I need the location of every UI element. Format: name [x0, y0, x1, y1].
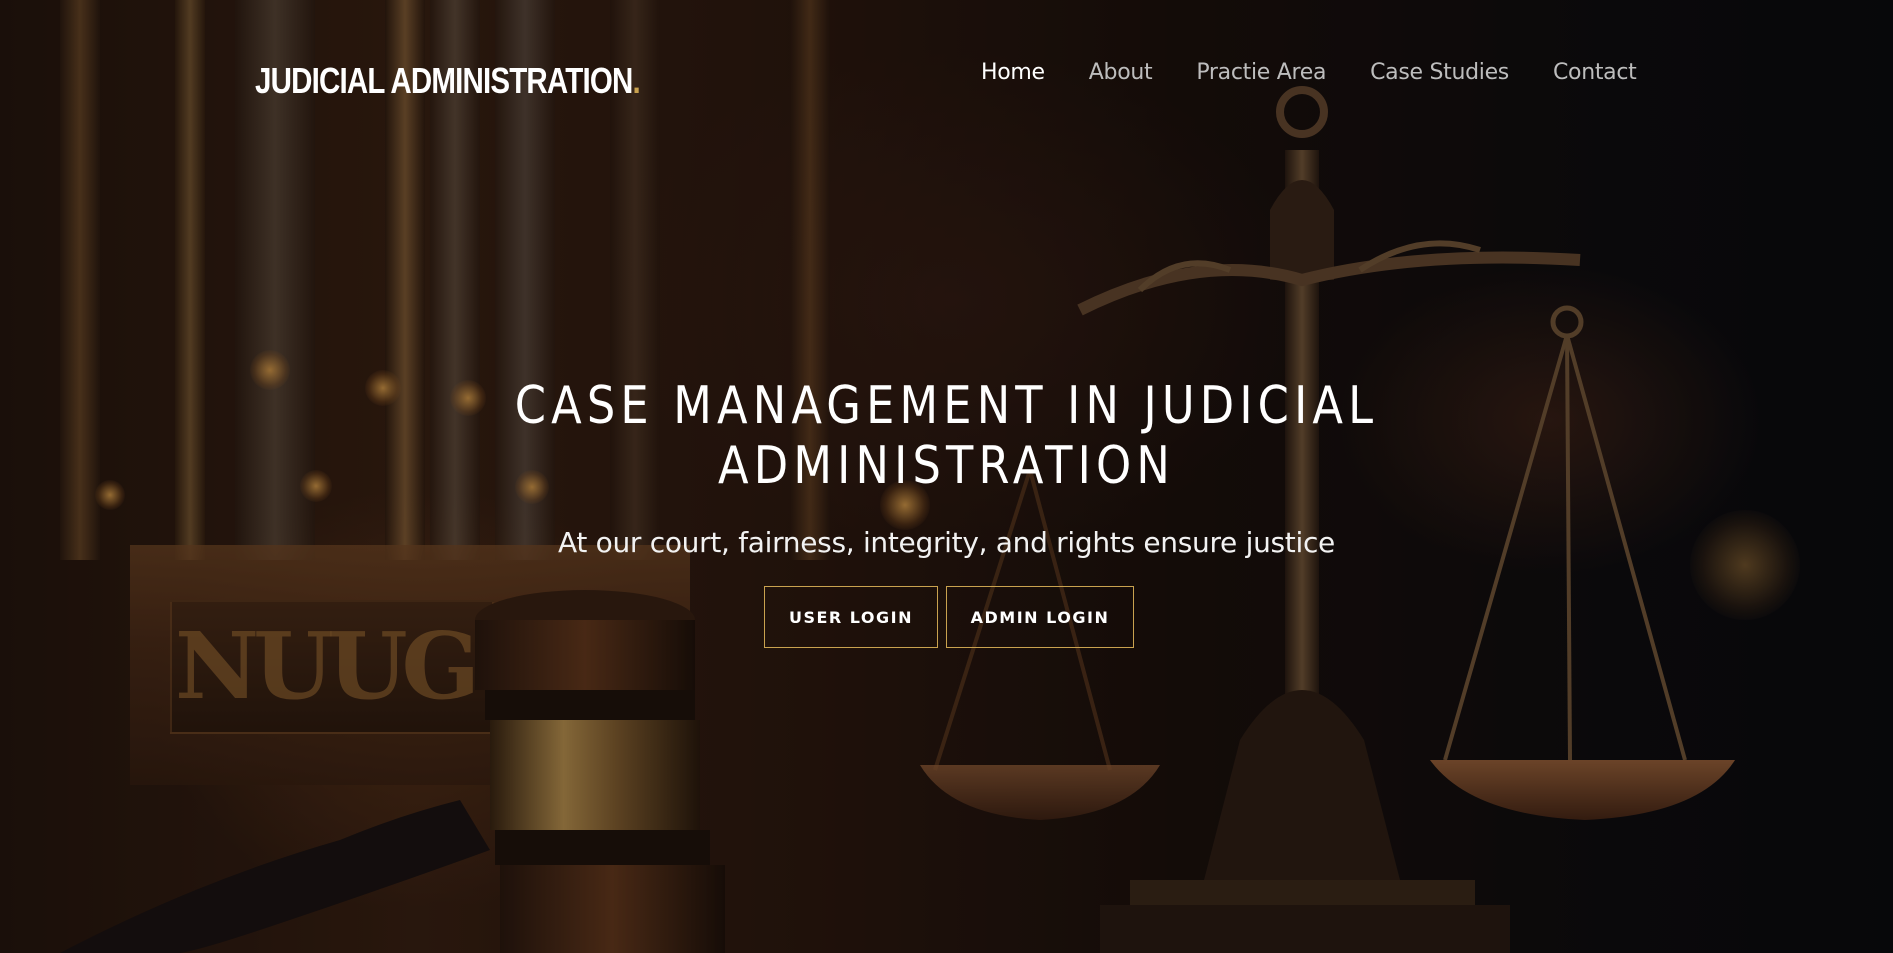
user-login-button[interactable]: USER LOGIN — [764, 586, 938, 648]
main-nav: Home About Practie Area Case Studies Con… — [981, 60, 1680, 85]
site-logo[interactable]: JUDICIAL ADMINISTRATION. — [255, 60, 641, 102]
logo-dot: . — [632, 60, 640, 101]
hero-title-line2: ADMINISTRATION — [718, 436, 1175, 496]
nav-practice-area[interactable]: Practie Area — [1196, 60, 1326, 85]
hero-title-line1: CASE MANAGEMENT IN JUDICIAL — [514, 376, 1379, 436]
nav-about[interactable]: About — [1089, 60, 1153, 85]
logo-text: JUDICIAL ADMINISTRATION — [255, 60, 633, 101]
hero-subtitle: At our court, fairness, integrity, and r… — [558, 526, 1335, 559]
admin-login-button[interactable]: ADMIN LOGIN — [946, 586, 1134, 648]
hero-button-group: USER LOGIN ADMIN LOGIN — [764, 586, 1134, 648]
nav-contact[interactable]: Contact — [1553, 60, 1637, 85]
nav-home[interactable]: Home — [981, 60, 1045, 85]
nav-case-studies[interactable]: Case Studies — [1370, 60, 1509, 85]
hero-title: CASE MANAGEMENT IN JUDICIAL ADMINISTRATI… — [133, 376, 1761, 496]
